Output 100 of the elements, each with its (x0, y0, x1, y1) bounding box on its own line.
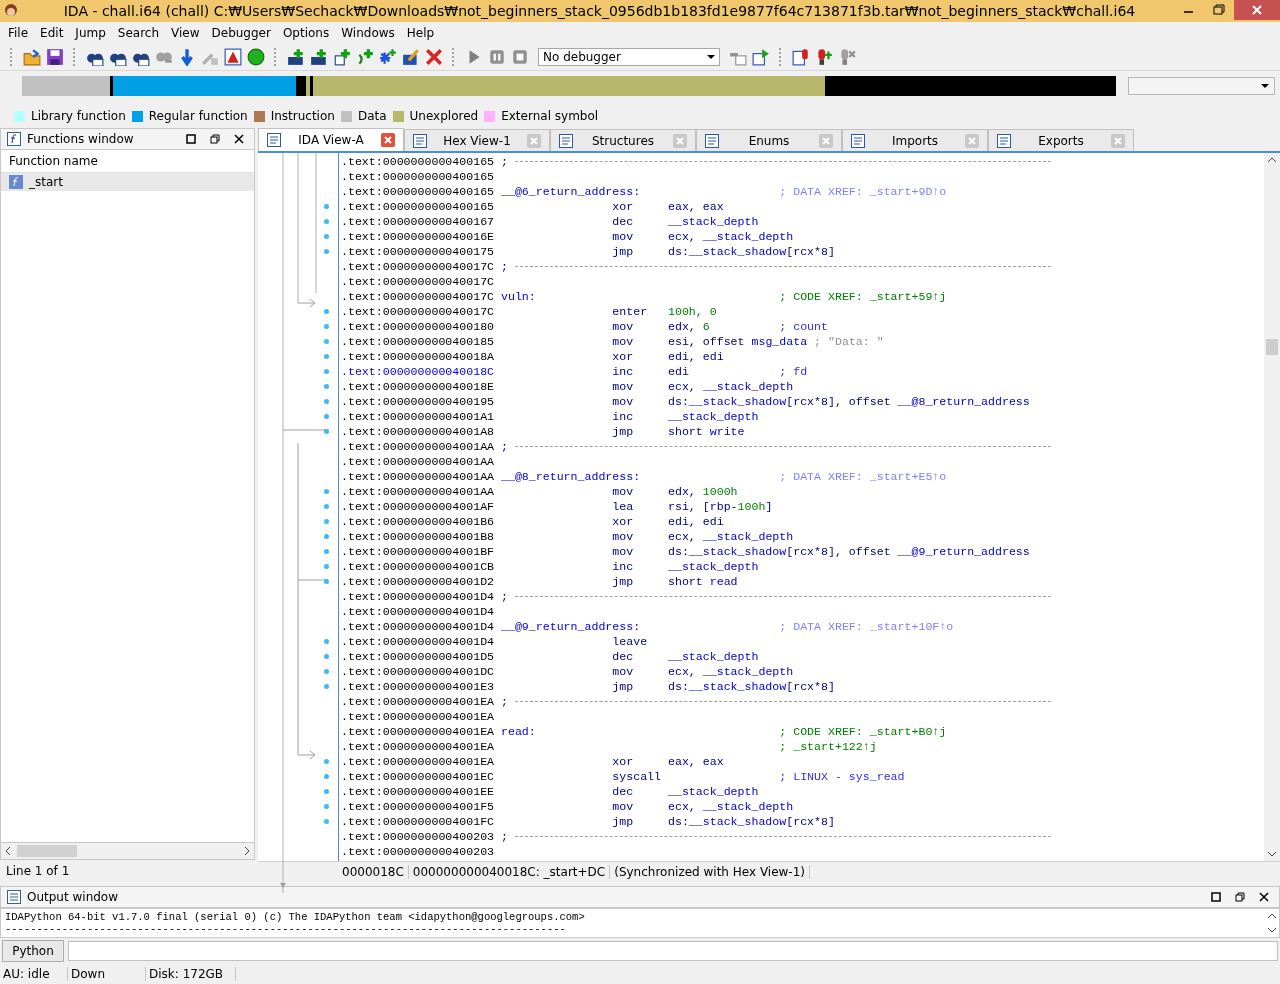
tab[interactable]: Imports (842, 129, 988, 152)
menu-item[interactable]: View (165, 25, 206, 40)
open-folder-icon[interactable] (23, 47, 41, 66)
maximize-icon[interactable] (1211, 892, 1221, 903)
tab[interactable]: Structures (550, 129, 696, 152)
add-segment-icon[interactable] (356, 47, 374, 66)
maximize-icon[interactable] (186, 134, 196, 145)
scroll-up-icon[interactable] (1268, 913, 1276, 920)
code-label[interactable]: read: (501, 724, 780, 740)
function-item[interactable]: _start (1, 173, 254, 192)
code-label[interactable]: __@6_return_address: (501, 184, 780, 200)
address: .text:00000000004001EA (341, 694, 495, 710)
breakpoint-dot[interactable] (324, 504, 329, 510)
circle-icon[interactable] (247, 47, 265, 66)
segment-select[interactable] (1128, 76, 1275, 95)
menu-item[interactable]: Search (111, 25, 166, 40)
breakpoint-dot[interactable] (324, 534, 329, 540)
tab[interactable]: Exports (988, 129, 1134, 152)
code-label[interactable]: __@8_return_address: (501, 469, 780, 485)
save-icon[interactable] (46, 47, 64, 66)
panel-title: Output window (27, 890, 120, 905)
debugger-select[interactable]: No debugger (538, 47, 720, 66)
delete-icon[interactable] (425, 47, 443, 66)
command-input-field[interactable] (68, 941, 1278, 962)
scroll-left-icon[interactable] (5, 847, 11, 856)
xref-comment[interactable]: ; CODE XREF: _start+B0↑j (779, 724, 947, 740)
breakpoint-dot[interactable] (324, 339, 329, 345)
breakpoint-dot[interactable] (324, 564, 329, 570)
breakpoint-dot[interactable] (324, 489, 329, 495)
close-icon[interactable] (234, 134, 244, 145)
breakpoint-dot[interactable] (324, 774, 329, 780)
horizontal-scrollbar[interactable] (0, 843, 255, 861)
tab[interactable]: Hex View-1 (404, 129, 550, 152)
navigation-band-drawing[interactable] (22, 75, 1116, 96)
tab[interactable]: IDA View-A (258, 128, 404, 152)
delete-breakpoint-icon[interactable] (838, 47, 856, 66)
breakpoint-dot[interactable] (324, 684, 329, 690)
menu-item[interactable]: File (2, 25, 35, 40)
breakpoint-dot[interactable] (324, 759, 329, 765)
scroll-down-icon[interactable] (1268, 851, 1276, 858)
menu-item[interactable]: Jump (69, 25, 112, 40)
breakpoint-dot[interactable] (324, 519, 329, 525)
breakpoint-dot[interactable] (324, 639, 329, 645)
breakpoint-dot[interactable] (324, 789, 329, 795)
add-breakpoint-icon[interactable] (815, 47, 833, 66)
menu-item[interactable]: Windows (335, 25, 401, 40)
mnemonic: enter (612, 304, 649, 320)
breakpoint-dot[interactable] (324, 324, 329, 330)
breakpoint-dot[interactable] (324, 309, 329, 315)
breakpoint-dot[interactable] (324, 354, 329, 360)
address: .text:00000000004001D4 (341, 589, 495, 605)
down-arrow-icon[interactable] (178, 47, 196, 66)
operands: esi, offset msg_data (667, 334, 809, 350)
xref-comment[interactable]: ; CODE XREF: _start+59↑j (779, 289, 947, 305)
run-icon[interactable] (752, 47, 770, 66)
stop-icon[interactable] (511, 47, 529, 66)
close-icon[interactable] (1259, 892, 1269, 903)
breakpoint-dot[interactable] (324, 804, 329, 810)
restore-icon[interactable] (210, 134, 220, 145)
vertical-scrollbar[interactable] (1264, 153, 1280, 862)
breakpoint-dot[interactable] (324, 249, 329, 255)
breakpoint-dot[interactable] (324, 219, 329, 225)
pause-icon[interactable] (488, 47, 506, 66)
add-data-icon[interactable] (310, 47, 328, 66)
xref-comment[interactable]: ; _start+122↑j (779, 739, 877, 755)
breakpoint-dot[interactable] (324, 429, 329, 435)
breakpoint-list-icon[interactable] (792, 47, 810, 66)
scrollbar-thumb[interactable] (1266, 339, 1278, 356)
code-label[interactable]: vuln: (501, 289, 780, 305)
menu-item[interactable]: Debugger (205, 25, 277, 40)
breakpoint-dot[interactable] (324, 204, 329, 210)
tab[interactable]: Enums (696, 129, 842, 152)
add-code-icon[interactable] (287, 47, 305, 66)
operands: eax, eax (667, 754, 725, 770)
menu-item[interactable]: Help (400, 25, 441, 40)
add-string-icon[interactable] (333, 47, 351, 66)
warning-icon[interactable] (224, 47, 242, 66)
scrollbar-thumb[interactable] (17, 845, 77, 858)
breakpoint-dot[interactable] (324, 819, 329, 825)
operands: __stack_depth (667, 649, 760, 665)
scroll-right-icon[interactable] (244, 847, 250, 856)
view-icon (997, 133, 1011, 148)
breakpoint-dot[interactable] (324, 399, 329, 405)
menu-item[interactable]: Options (276, 25, 336, 40)
code-label[interactable]: __@9_return_address: (501, 619, 780, 635)
breakpoint-dot[interactable] (324, 579, 329, 585)
edit-icon[interactable] (402, 47, 420, 66)
breakpoint-dot[interactable] (324, 654, 329, 660)
breakpoint-dot[interactable] (324, 549, 329, 555)
asterisk-add-icon[interactable] (379, 47, 397, 66)
python-button[interactable]: Python (2, 940, 64, 963)
breakpoint-dot[interactable] (324, 384, 329, 390)
breakpoint-dot[interactable] (324, 234, 329, 240)
scroll-up-icon[interactable] (1268, 157, 1276, 164)
restore-icon[interactable] (1235, 892, 1245, 903)
scroll-down-icon[interactable] (1268, 927, 1276, 934)
breakpoint-dot[interactable] (324, 669, 329, 675)
menu-item[interactable]: Edit (34, 25, 70, 40)
breakpoint-dot[interactable] (324, 369, 329, 375)
breakpoint-dot[interactable] (324, 414, 329, 420)
